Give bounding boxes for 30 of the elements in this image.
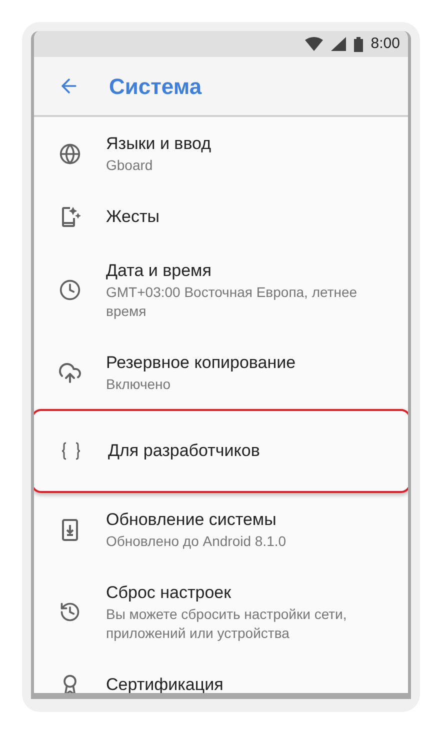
item-title: Жесты — [106, 206, 160, 228]
item-title: Сброс настроек — [106, 582, 232, 604]
settings-item[interactable]: Дата и время GMT+03:00 Восточная Европа, летнее время — [34, 244, 408, 336]
item-subtitle: GMT+03:00 Восточная Европа, летнее время — [106, 283, 358, 321]
clock-icon — [59, 279, 81, 301]
page-title: Система — [109, 72, 202, 100]
settings-item[interactable]: Резервное копирование Включено — [34, 336, 408, 409]
item-subtitle: Вы можете сбросить настройки сети, приложений или устройства — [106, 605, 348, 643]
item-title: Для разработчиков — [108, 440, 260, 462]
braces-icon — [60, 441, 82, 461]
settings-item[interactable]: Обновление системы Обновлено до Android 8.1.0 — [34, 493, 408, 566]
settings-item[interactable]: Сброс настроек Вы можете сбросить настройки сети, приложений или устройства — [34, 566, 408, 658]
item-title: Дата и время — [106, 260, 212, 282]
item-subtitle: Обновлено до Android 8.1.0 — [106, 532, 286, 551]
cloud-upload-icon — [58, 360, 82, 384]
settings-item[interactable]: Языки и ввод Gboard — [34, 117, 408, 190]
wifi-icon — [304, 37, 323, 51]
signal-icon — [330, 37, 346, 51]
item-title: Языки и ввод — [106, 133, 212, 155]
settings-item[interactable]: Для разработчиков — [34, 409, 408, 493]
clock-time: 8:00 — [370, 34, 400, 54]
phone-download-icon — [59, 518, 81, 542]
settings-item[interactable]: Жесты — [34, 190, 408, 244]
item-title: Обновление системы — [106, 509, 278, 531]
globe-icon — [59, 142, 81, 164]
item-subtitle: Включено — [106, 375, 172, 394]
item-title: Резервное копирование — [106, 352, 296, 374]
history-icon — [59, 601, 81, 623]
battery-icon — [354, 36, 363, 52]
item-subtitle: Gboard — [106, 156, 154, 175]
